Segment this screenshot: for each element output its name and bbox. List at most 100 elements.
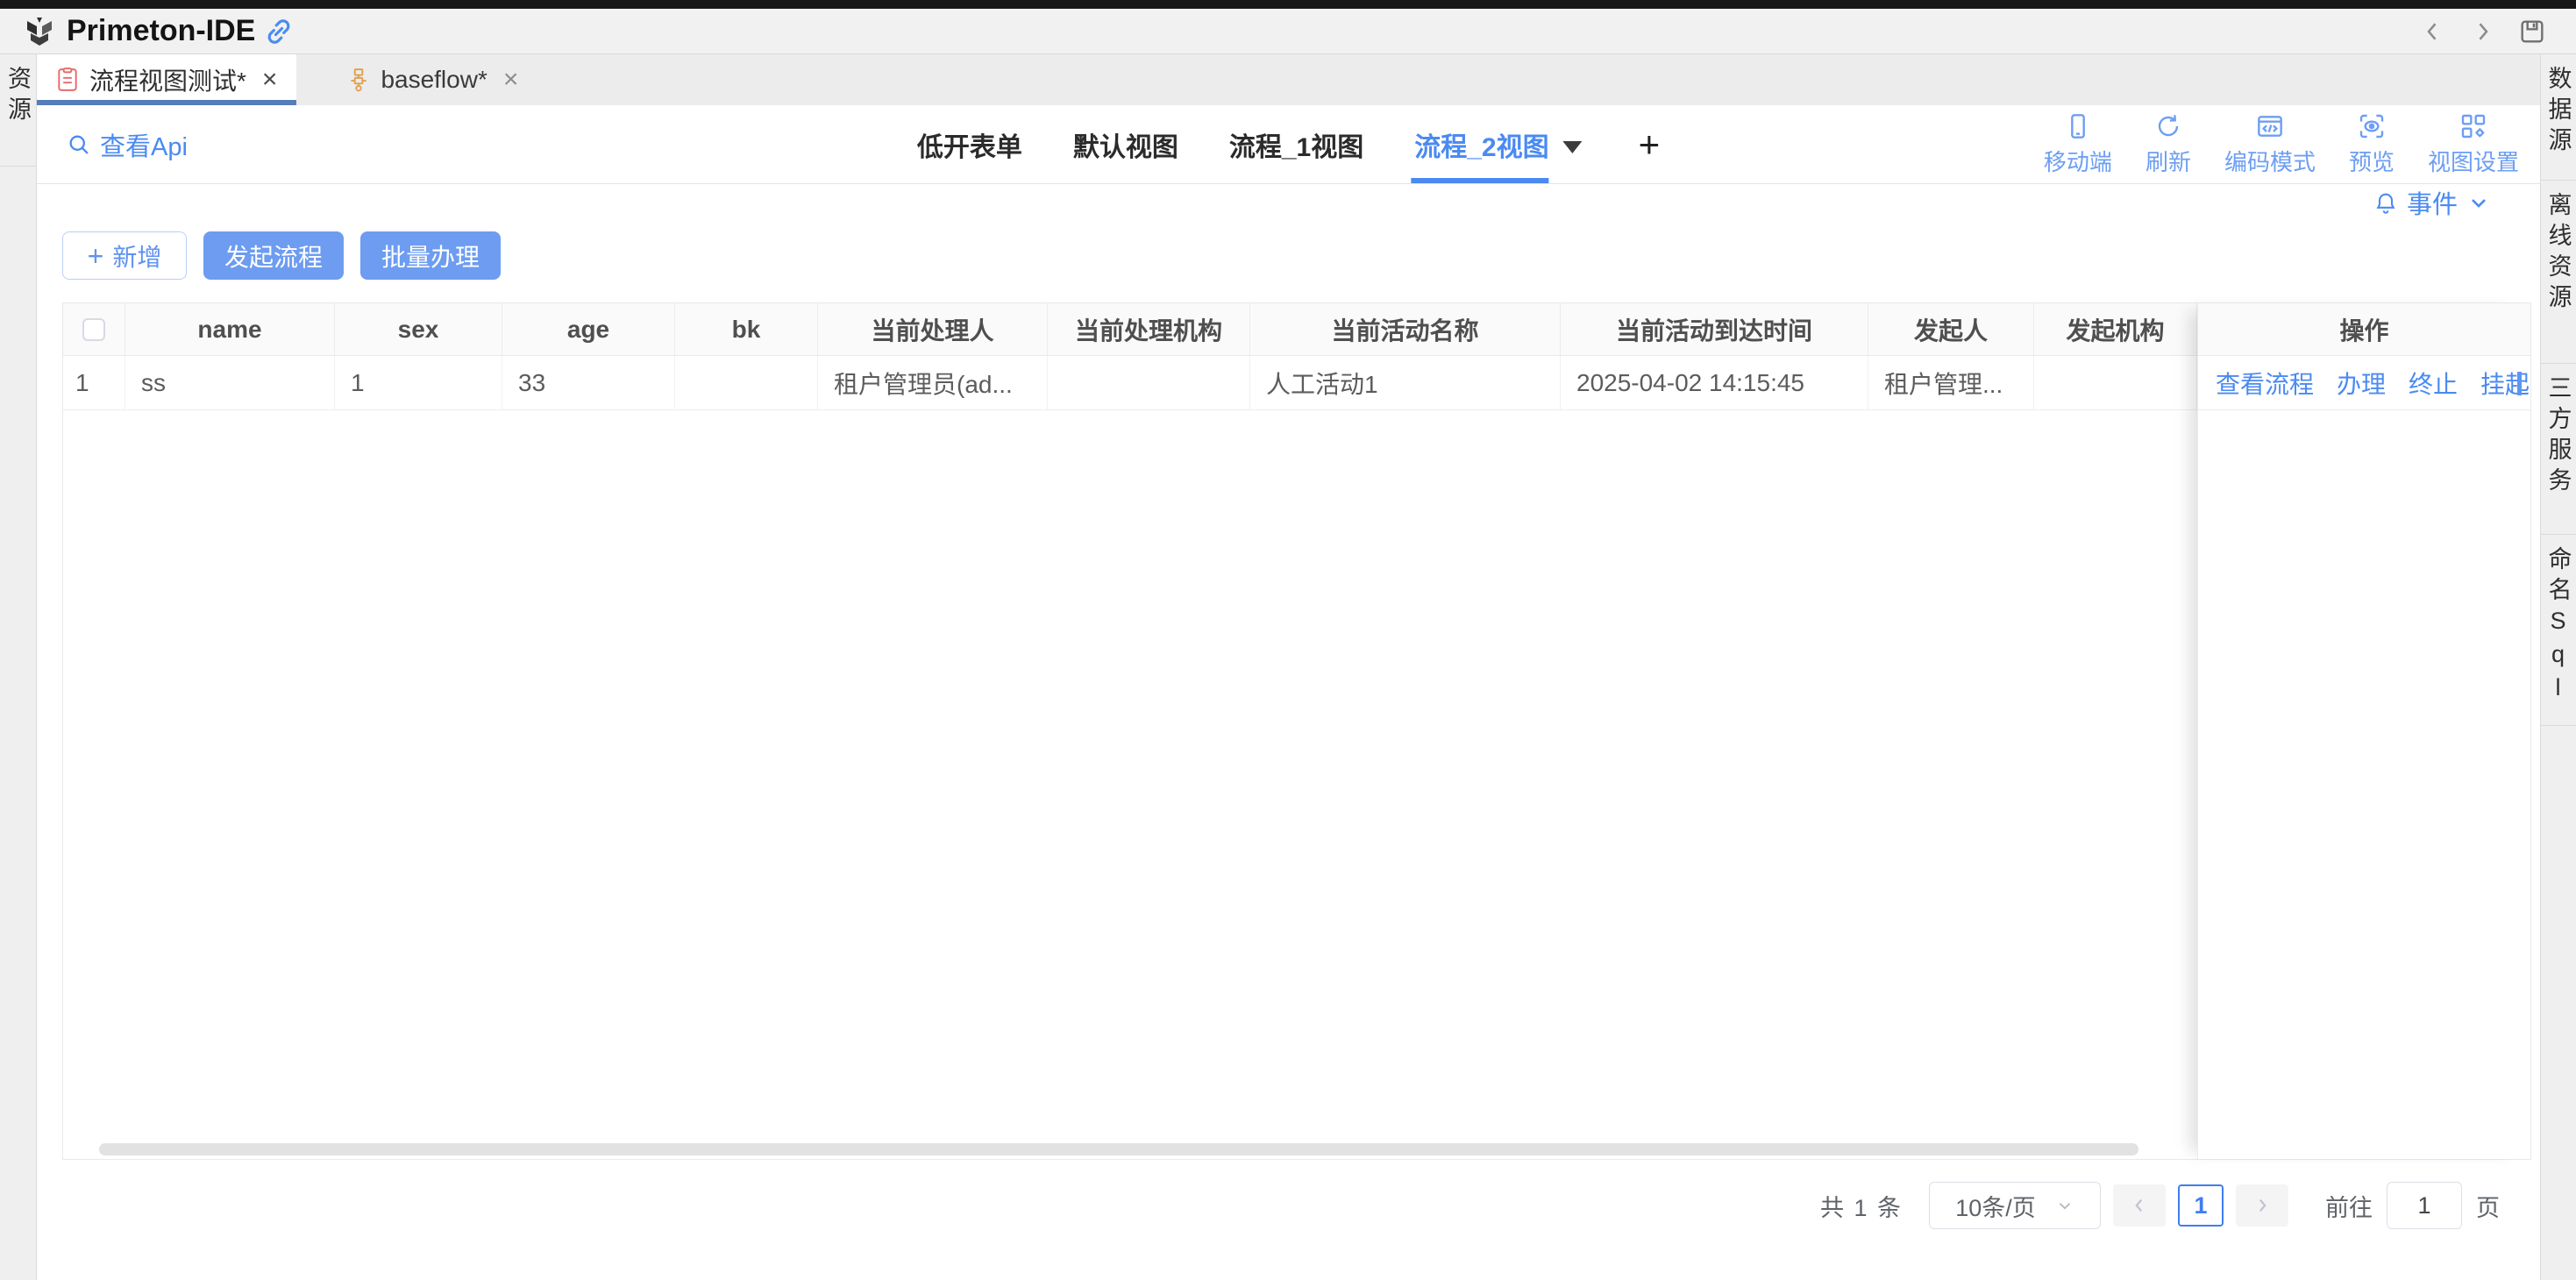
right-rail-item-datasource[interactable]: 数据源 (2541, 54, 2576, 181)
horizontal-scrollbar-thumb[interactable] (99, 1143, 2138, 1156)
right-rail-label: 数据源 (2542, 66, 2576, 180)
close-tab-icon[interactable]: × (503, 67, 519, 93)
file-tab-label: baseflow* (381, 66, 487, 94)
select-all-checkbox[interactable] (82, 318, 105, 341)
tool-label: 编码模式 (2224, 145, 2316, 177)
arrive-time-cell: 2025-04-02 14:15:45 (1561, 356, 1868, 409)
action-terminate[interactable]: 终止 (2409, 366, 2458, 401)
flow-icon (347, 68, 370, 92)
age-cell: 33 (502, 356, 675, 409)
view-tab-lowcode-form[interactable]: 低开表单 (917, 105, 1022, 183)
column-header-current-activity: 当前活动名称 (1250, 303, 1561, 355)
app-window: Primeton-IDE 资源 (0, 0, 2576, 1280)
view-tab-label: 默认视图 (1073, 125, 1178, 164)
view-tab-label: 流程_1视图 (1229, 125, 1363, 164)
current-handler-cell: 租户管理员(ad... (818, 356, 1048, 409)
action-handle[interactable]: 办理 (2337, 366, 2386, 401)
tool-view-settings[interactable]: 视图设置 (2428, 112, 2519, 177)
initiator-org-cell (2034, 356, 2197, 409)
goto-label: 前往 (2325, 1189, 2373, 1223)
column-header-arrive-time: 当前活动到达时间 (1561, 303, 1868, 355)
content-area: + 新增 发起流程 批量办理 name sex age bk (37, 221, 2540, 1280)
view-settings-icon (2459, 112, 2487, 140)
view-tab-label: 低开表单 (917, 125, 1022, 164)
page-size-select[interactable]: 10条/页 (1929, 1182, 2101, 1229)
right-rail-item-third-party-services[interactable]: 三方服务 (2541, 364, 2576, 535)
right-rail: 数据源 离线资源 三方服务 命名Sql (2540, 54, 2576, 1280)
start-flow-button[interactable]: 发起流程 (203, 231, 344, 280)
caret-down-icon[interactable] (1563, 141, 1583, 153)
goto-page-input[interactable]: 1 (2387, 1182, 2462, 1229)
tool-code-mode[interactable]: 编码模式 (2224, 112, 2316, 177)
right-rail-item-offline-resources[interactable]: 离线资源 (2541, 181, 2576, 364)
link-icon[interactable] (264, 17, 294, 46)
goto-page-group: 前往 1 页 (2325, 1182, 2500, 1229)
titlebar: Primeton-IDE (0, 9, 2576, 54)
add-record-button[interactable]: + 新增 (62, 231, 187, 280)
tool-preview[interactable]: 预览 (2349, 112, 2395, 177)
action-button-row: + 新增 发起流程 批量办理 (62, 231, 2531, 280)
add-view-button[interactable]: + (1639, 124, 1661, 166)
view-api-label: 查看Api (100, 126, 188, 163)
action-view-flow[interactable]: 查看流程 (2216, 366, 2314, 401)
tool-mobile[interactable]: 移动端 (2044, 112, 2112, 177)
batch-handle-button[interactable]: 批量办理 (360, 231, 501, 280)
view-tab-process-1[interactable]: 流程_1视图 (1229, 105, 1363, 183)
tool-refresh[interactable]: 刷新 (2145, 112, 2191, 177)
file-tab-baseflow[interactable]: baseflow* × (328, 54, 537, 105)
left-rail: 资源 (0, 54, 37, 1280)
app-title: Primeton-IDE (67, 14, 255, 48)
body-row: 资源 流程视图测试* × (0, 54, 2576, 1280)
right-rail-item-named-sql[interactable]: 命名Sql (2541, 535, 2576, 726)
bell-icon (2373, 190, 2398, 215)
primeton-logo-icon (23, 16, 56, 47)
page-size-value: 10条/页 (1955, 1189, 2036, 1223)
column-header-current-org: 当前处理机构 (1048, 303, 1250, 355)
action-suspend[interactable]: 挂起 (2480, 366, 2530, 401)
add-record-label: 新增 (112, 238, 161, 274)
total-count-label: 共 1 条 (1820, 1189, 1903, 1223)
file-tab-process-view-test[interactable]: 流程视图测试* × (37, 54, 296, 105)
row-actions-cell: 查看流程 办理 终止 挂起 (2198, 356, 2530, 410)
chevron-right-icon (2252, 1196, 2272, 1215)
prev-page-button[interactable] (2113, 1184, 2166, 1227)
fixed-actions-column: 操作 查看流程 办理 终止 挂起 (2197, 303, 2530, 1159)
view-api-link[interactable]: 查看Api (67, 105, 188, 183)
column-header-actions: 操作 (2198, 303, 2530, 356)
right-rail-label: 三方服务 (2542, 375, 2576, 534)
titlebar-nav (2420, 18, 2546, 46)
save-icon[interactable] (2518, 18, 2546, 46)
table-row[interactable]: 1 ss 1 33 租户管理员(ad... 人工活动1 2025-04-02 1… (63, 356, 2530, 410)
code-window-icon (2256, 112, 2284, 140)
chevron-down-icon (2055, 1196, 2074, 1215)
plus-icon: + (88, 242, 104, 270)
view-tab-process-2[interactable]: 流程_2视图 (1414, 105, 1582, 183)
current-activity-cell: 人工活动1 (1250, 356, 1561, 409)
view-tab-default-view[interactable]: 默认视图 (1073, 105, 1178, 183)
nav-back-icon[interactable] (2420, 18, 2446, 45)
column-header-name: name (125, 303, 335, 355)
main-column: 流程视图测试* × baseflow* × (37, 54, 2540, 1280)
left-rail-item-resources[interactable]: 资源 (0, 54, 36, 167)
file-tab-bar: 流程视图测试* × baseflow* × (37, 54, 2540, 105)
tool-label: 预览 (2349, 145, 2395, 177)
events-label[interactable]: 事件 (2407, 184, 2458, 221)
close-tab-icon[interactable]: × (262, 67, 278, 93)
toolbar-tools: 移动端 刷新 (2044, 105, 2519, 183)
tool-label: 移动端 (2044, 145, 2112, 177)
column-header-bk: bk (675, 303, 818, 355)
data-table: name sex age bk 当前处理人 当前处理机构 当前活动名称 当前活动… (62, 302, 2531, 1160)
next-page-button[interactable] (2236, 1184, 2288, 1227)
view-toolbar: 查看Api 低开表单 默认视图 流程_1视图 流程_2视图 (37, 105, 2540, 184)
initiator-cell: 租户管理... (1868, 356, 2034, 409)
nav-forward-icon[interactable] (2469, 18, 2495, 45)
select-all-cell (63, 303, 125, 355)
column-header-initiator-org: 发起机构 (2034, 303, 2197, 355)
pagination-bar: 共 1 条 10条/页 1 前往 (62, 1182, 2500, 1229)
chevron-down-icon[interactable] (2466, 190, 2491, 215)
tool-label: 刷新 (2145, 145, 2191, 177)
view-tab-label: 流程_2视图 (1414, 125, 1548, 164)
chevron-left-icon (2130, 1196, 2149, 1215)
current-page-button[interactable]: 1 (2178, 1184, 2224, 1227)
name-cell: ss (125, 356, 335, 409)
